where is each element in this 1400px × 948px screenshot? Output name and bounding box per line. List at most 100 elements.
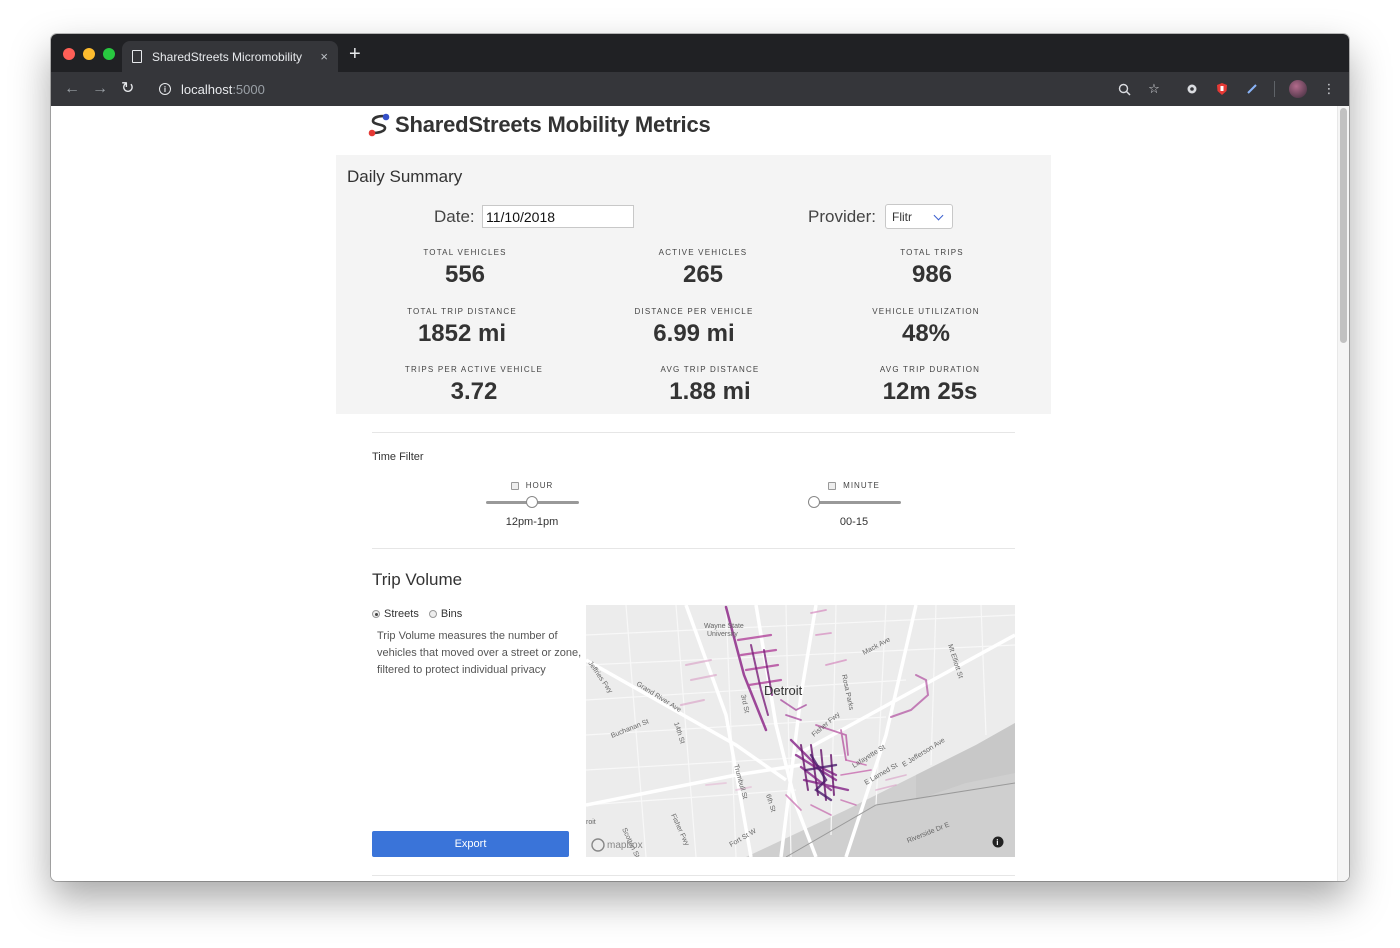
trip-volume-mode: Streets Bins [372, 608, 462, 620]
trip-volume-title: Trip Volume [372, 570, 463, 589]
extension-shield-icon[interactable] [1214, 81, 1230, 97]
toolbar-actions: ☆ ⋮ [1116, 80, 1337, 98]
stat-label: Total Trips [900, 248, 964, 257]
hour-filter-header: HOUR [472, 481, 592, 490]
date-label: Date: [434, 207, 475, 226]
minute-slider-handle[interactable] [807, 496, 820, 508]
mapbox-wordmark: mapbox [607, 840, 643, 851]
hour-checkbox[interactable] [510, 481, 519, 490]
map-label: roit [586, 819, 596, 826]
brand-header: SharedStreets Mobility Metrics [367, 112, 711, 138]
stat-label: Trips Per Active Vehicle [404, 365, 544, 374]
stat-value: 986 [911, 261, 953, 288]
provider-select[interactable]: Flitr [885, 204, 953, 229]
daily-summary-panel: Daily Summary Date: Provider: Flitr Tota… [336, 155, 1051, 414]
maximize-window-button[interactable] [103, 48, 115, 60]
minimize-window-button[interactable] [83, 48, 95, 60]
info-icon-glyph: i [996, 838, 998, 847]
trip-volume-description: Trip Volume measures the number of vehic… [377, 630, 582, 676]
tab-title: SharedStreets Micromobility [152, 49, 303, 64]
map-city-label: Detroit [764, 683, 803, 698]
stat-label: Active Vehicles [658, 248, 748, 257]
url-host: localhost [181, 81, 233, 97]
extension-pen-icon[interactable] [1244, 81, 1260, 97]
hour-slider-handle[interactable] [526, 496, 538, 508]
stat-value: 12m 25s [882, 378, 978, 405]
map-info-button[interactable]: i [992, 836, 1004, 848]
hour-label: HOUR [525, 481, 554, 490]
minute-filter: MINUTE 00-15 [794, 481, 914, 528]
tab-close-icon[interactable]: × [320, 49, 328, 64]
minute-label: MINUTE [843, 481, 880, 490]
stat-label: Distance Per Vehicle [634, 307, 754, 316]
page-viewport: SharedStreets Mobility Metrics Daily Sum… [51, 106, 1349, 881]
date-input[interactable] [482, 205, 634, 228]
bins-radio-label[interactable]: Bins [441, 608, 462, 620]
stat-label: Total Trip Distance [407, 307, 517, 316]
provider-selected-value: Flitr [892, 210, 912, 224]
stat-label: Vehicle Utilization [872, 307, 980, 316]
bins-radio[interactable] [428, 610, 437, 618]
new-tab-button[interactable]: + [349, 44, 361, 64]
streets-radio[interactable] [372, 610, 380, 618]
minute-value: 00-15 [839, 516, 869, 528]
browser-window: SharedStreets Micromobility × + ← → ↻ i … [51, 34, 1349, 881]
section-divider [372, 548, 1015, 549]
hour-filter: HOUR 12pm-1pm [472, 481, 592, 528]
app-title: SharedStreets Mobility Metrics [395, 112, 711, 137]
export-button[interactable]: Export [372, 831, 569, 857]
address-bar[interactable]: i localhost:5000 [147, 76, 1187, 102]
stat-distance-per-vehicle: Distance Per Vehicle 6.99 mi [594, 307, 794, 348]
provider-label: Provider: [808, 207, 877, 226]
zoom-icon[interactable] [1116, 81, 1132, 97]
stat-avg-trip-distance: Avg Trip Distance 1.88 mi [610, 365, 810, 406]
map-label: University [707, 631, 738, 638]
stat-avg-trip-duration: Avg Trip Duration 12m 25s [830, 365, 1030, 406]
stat-label: Total Vehicles [423, 248, 507, 257]
stat-value: 265 [682, 261, 724, 288]
profile-avatar[interactable] [1289, 80, 1307, 98]
stat-trips-per-active-vehicle: Trips Per Active Vehicle 3.72 [374, 365, 574, 406]
scrollbar[interactable] [1337, 106, 1349, 881]
back-arrow-icon[interactable]: ← [64, 79, 80, 99]
bookmark-star-icon[interactable]: ☆ [1146, 81, 1162, 97]
window-controls [63, 48, 115, 60]
map-label: Wayne State [704, 623, 744, 630]
minute-slider[interactable] [807, 496, 901, 508]
section-divider [372, 432, 1015, 433]
stat-value: 556 [444, 261, 486, 288]
trip-volume-map[interactable]: Wayne State University Mack Ave Mt Ellio… [586, 605, 1015, 857]
stat-value: 1852 mi [417, 320, 507, 347]
url-port: :5000 [232, 81, 265, 97]
reload-icon[interactable]: ↻ [121, 79, 134, 99]
minute-slider-rail[interactable] [807, 501, 901, 504]
stat-vehicle-utilization: Vehicle Utilization 48% [826, 307, 1026, 348]
browser-tab[interactable]: SharedStreets Micromobility × [122, 41, 338, 72]
forward-arrow-icon[interactable]: → [92, 79, 108, 99]
stat-value: 1.88 mi [669, 378, 751, 405]
minute-checkbox[interactable] [828, 481, 837, 490]
site-info-icon[interactable]: i [159, 83, 171, 95]
streets-radio-label[interactable]: Streets [384, 608, 419, 620]
daily-summary-title: Daily Summary [347, 167, 463, 186]
stat-label: Avg Trip Duration [879, 365, 981, 374]
stat-value: 48% [901, 320, 951, 347]
stat-total-trips: Total Trips 986 [832, 248, 1032, 289]
sharedstreets-logo-icon [368, 113, 390, 137]
stat-active-vehicles: Active Vehicles 265 [603, 248, 803, 289]
menu-kebab-icon[interactable]: ⋮ [1321, 81, 1337, 97]
hour-value: 12pm-1pm [505, 516, 559, 528]
section-divider [372, 875, 1015, 876]
hour-slider[interactable] [485, 496, 579, 508]
stat-value: 6.99 mi [653, 320, 735, 347]
toolbar-separator [1274, 81, 1275, 97]
close-window-button[interactable] [63, 48, 75, 60]
stat-value: 3.72 [450, 378, 498, 405]
scrollbar-thumb[interactable] [1340, 108, 1347, 343]
tab-strip: SharedStreets Micromobility × + [51, 34, 1349, 72]
browser-toolbar: ← → ↻ i localhost:5000 ☆ ⋮ [51, 72, 1349, 106]
extension-gear-icon[interactable] [1184, 81, 1200, 97]
time-filter-title: Time Filter [372, 451, 424, 463]
stat-total-trip-distance: Total Trip Distance 1852 mi [362, 307, 562, 348]
map-canvas[interactable]: Wayne State University Mack Ave Mt Ellio… [586, 605, 1015, 857]
